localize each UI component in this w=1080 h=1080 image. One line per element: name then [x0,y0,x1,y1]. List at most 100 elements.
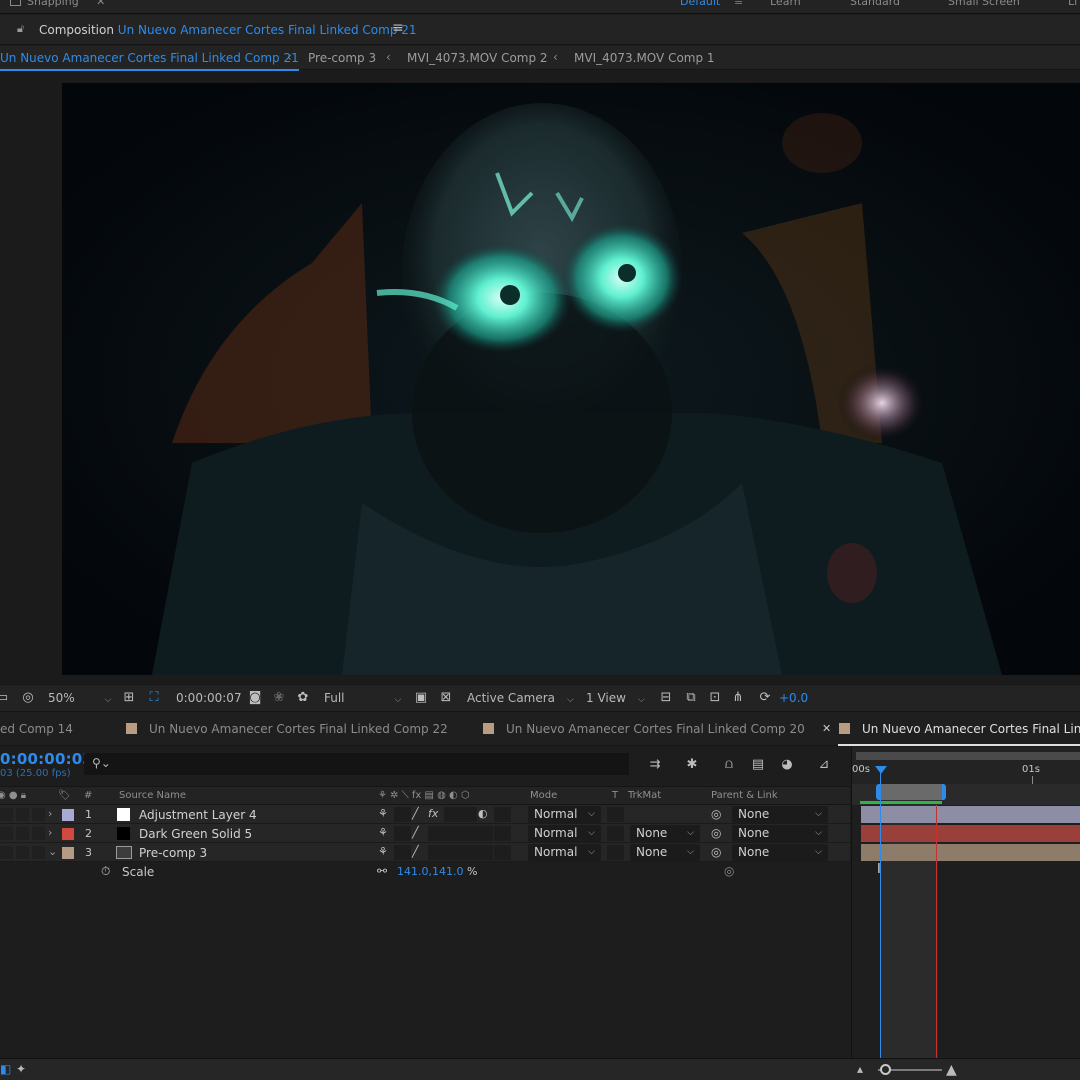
workspace-small-screen[interactable]: Small Screen [948,0,1020,8]
layer-name[interactable]: Adjustment Layer 4 [139,808,257,822]
workspace-learn[interactable]: Learn [770,0,801,8]
graph-editor-icon[interactable]: ⊿ [815,756,833,774]
chevron-right-icon[interactable]: › [48,807,52,820]
reset-exposure-icon[interactable]: ⟳ [757,690,773,706]
breadcrumb-item[interactable]: Pre-comp 3 [308,51,376,65]
stopwatch-icon[interactable]: ⏱︎ [101,864,110,879]
preserve-transparency-switch[interactable] [607,826,624,841]
video-switch[interactable] [0,827,13,840]
transparency-grid-icon[interactable]: ⊠ [438,690,454,706]
layer-name[interactable]: Pre-comp 3 [139,846,207,860]
breadcrumb-item[interactable]: MVI_4073.MOV Comp 1 [574,51,715,65]
lock-switch[interactable] [32,827,45,840]
toggle-pixel-aspect-icon[interactable]: ⊟ [658,690,674,706]
fx-switch[interactable] [428,845,445,860]
resolution-dropdown[interactable]: Full ⌵ [324,691,401,705]
quality-switch-icon[interactable]: ╱ [412,845,419,858]
timeline-graph[interactable]: 00s 01s I [851,747,1080,1058]
time-navigator[interactable] [856,752,1080,760]
workspace-menu-icon[interactable]: ≡ [734,0,743,8]
tab-comp-20[interactable]: Un Nuevo Amanecer Cortes Final Linked Co… [483,722,805,736]
adjustment-layer-icon[interactable]: ◐ [478,807,488,820]
composition-mini-flowchart-icon[interactable]: ⇉ [646,756,664,774]
label-color-box[interactable] [62,809,74,821]
layer-row[interactable]: ⌄ 3 Pre-comp 3 ⚘ ╱ Normal ⌵ None ⌵ ◎ None ⌵ [0,843,850,862]
quality-switch-icon[interactable]: ╱ [412,807,419,820]
col-source-name[interactable]: Source Name [119,790,186,801]
monitor-icon[interactable]: ▭ [0,690,10,706]
parent-dropdown[interactable]: None ⌵ [732,806,828,823]
mode-dropdown[interactable]: Normal ⌵ [528,844,601,861]
mode-dropdown[interactable]: Normal ⌵ [528,806,601,823]
preserve-transparency-switch[interactable] [607,845,624,860]
label-color-box[interactable] [62,847,74,859]
workspace-default[interactable]: Default [680,0,720,8]
hamburger-icon[interactable]: ≡ [392,20,404,36]
layer-row[interactable]: › 1 Adjustment Layer 4 ⚘ ╱ fx ◐ Normal ⌵ … [0,805,850,824]
trkmat-dropdown[interactable]: None ⌵ [630,844,700,861]
solo-switch[interactable] [16,827,29,840]
fast-preview-icon[interactable]: ▣ [413,690,429,706]
frame-blend-switch[interactable] [444,807,461,822]
playhead-line[interactable] [880,769,881,1058]
workspace-standard[interactable]: Standard [850,0,900,8]
trkmat-dropdown[interactable]: None ⌵ [630,825,700,842]
zoom-dropdown[interactable]: 50% ⌵ [48,691,112,705]
layer-search-input[interactable]: ⚲⌄ [84,753,629,775]
collapse-switch[interactable] [394,845,411,860]
timeline-icon[interactable]: ⊡ [707,690,723,706]
motion-blur-switch[interactable] [460,807,477,822]
3d-layer-switch[interactable] [494,845,511,860]
work-area-range[interactable] [876,784,946,800]
scale-value[interactable]: 141.0,141.0 % [397,865,477,878]
render-time-icon[interactable]: ◧ [0,1062,11,1076]
zoom-in-icon[interactable]: ▲ [946,1062,957,1078]
exposure-value[interactable]: +0.0 [779,691,808,705]
show-snapshot-icon[interactable]: ❀ [271,690,287,706]
adjustment-switch[interactable] [476,845,493,860]
lock-switch[interactable] [32,808,45,821]
composition-viewer[interactable] [0,71,1080,683]
camera-dropdown[interactable]: Active Camera ⌵ [467,691,574,705]
current-time-display[interactable]: 0:00:00:03 [0,750,93,768]
video-switch[interactable] [0,846,13,859]
breadcrumb-item[interactable]: MVI_4073.MOV Comp 2 [407,51,548,65]
workspace-more[interactable]: Li [1068,0,1077,8]
lock-switch[interactable] [32,846,45,859]
fx-switch[interactable] [428,826,445,841]
layer-switches-toggle-icon[interactable]: ✦ [16,1062,26,1076]
constrain-proportions-icon[interactable]: ⚯ [377,864,387,878]
preserve-transparency-switch[interactable] [607,807,624,822]
solo-switch[interactable] [16,846,29,859]
label-color-box[interactable] [62,828,74,840]
collapse-switch[interactable] [394,807,411,822]
layer-row[interactable]: › 2 Dark Green Solid 5 ⚘ ╱ Normal ⌵ None ⌵… [0,824,850,843]
tab-comp-22[interactable]: Un Nuevo Amanecer Cortes Final Linked Co… [126,722,448,736]
shy-switch-icon[interactable]: ⚘ [378,826,388,839]
layer-list-empty-area[interactable] [0,882,850,1058]
playhead-handle[interactable] [875,766,887,774]
pickwhip-icon[interactable]: ◎ [711,807,721,821]
snapshot-camera-icon[interactable]: ◙ [247,690,263,706]
quality-switch-icon[interactable]: ╱ [412,826,419,839]
3d-layer-switch[interactable] [494,826,511,841]
tab-comp-14[interactable]: ed Comp 14 [0,722,73,736]
shy-switch-icon[interactable]: ⚘ [378,845,388,858]
frame-blending-icon[interactable]: ▤ [749,756,767,774]
close-icon[interactable]: ✕ [822,722,831,735]
region-of-interest-icon[interactable]: ⛶ [146,690,162,706]
mode-dropdown[interactable]: Normal ⌵ [528,825,601,842]
zoom-out-icon[interactable]: ▴ [857,1062,863,1076]
chevron-down-icon[interactable]: ⌄ [48,845,57,858]
pickwhip-icon[interactable]: ◎ [711,845,721,859]
zoom-slider-knob[interactable] [880,1064,891,1075]
layer-duration-bar[interactable] [861,844,1080,861]
viewer-timecode[interactable]: 0:00:00:07 [176,691,242,705]
motion-blur-icon[interactable]: ◕ [778,756,796,774]
motion-blur-switch[interactable] [460,826,477,841]
frame-blend-switch[interactable] [444,826,461,841]
snapping-toggle[interactable]: Snapping ✕ [10,0,105,8]
layer-duration-bar[interactable] [861,825,1080,842]
pickwhip-icon[interactable]: ◎ [711,826,721,840]
fx-switch-icon[interactable]: fx [428,807,438,820]
